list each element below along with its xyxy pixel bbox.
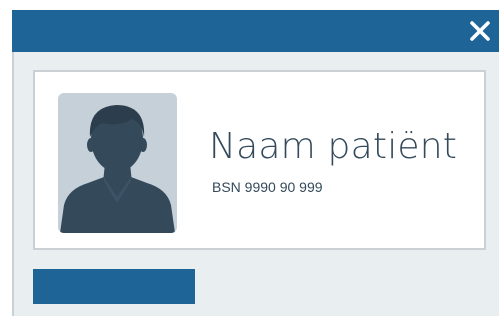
patient-card: Naam patiënt BSN 9990 90 999	[33, 70, 486, 250]
person-silhouette-icon	[60, 105, 175, 233]
patient-name: Naam patiënt	[209, 126, 458, 167]
avatar	[58, 93, 177, 233]
action-button[interactable]	[33, 269, 195, 304]
patient-dialog: Naam patiënt BSN 9990 90 999	[12, 10, 499, 316]
dialog-titlebar	[12, 10, 499, 52]
close-icon[interactable]	[469, 20, 491, 42]
patient-bsn: BSN 9990 90 999	[212, 179, 323, 195]
